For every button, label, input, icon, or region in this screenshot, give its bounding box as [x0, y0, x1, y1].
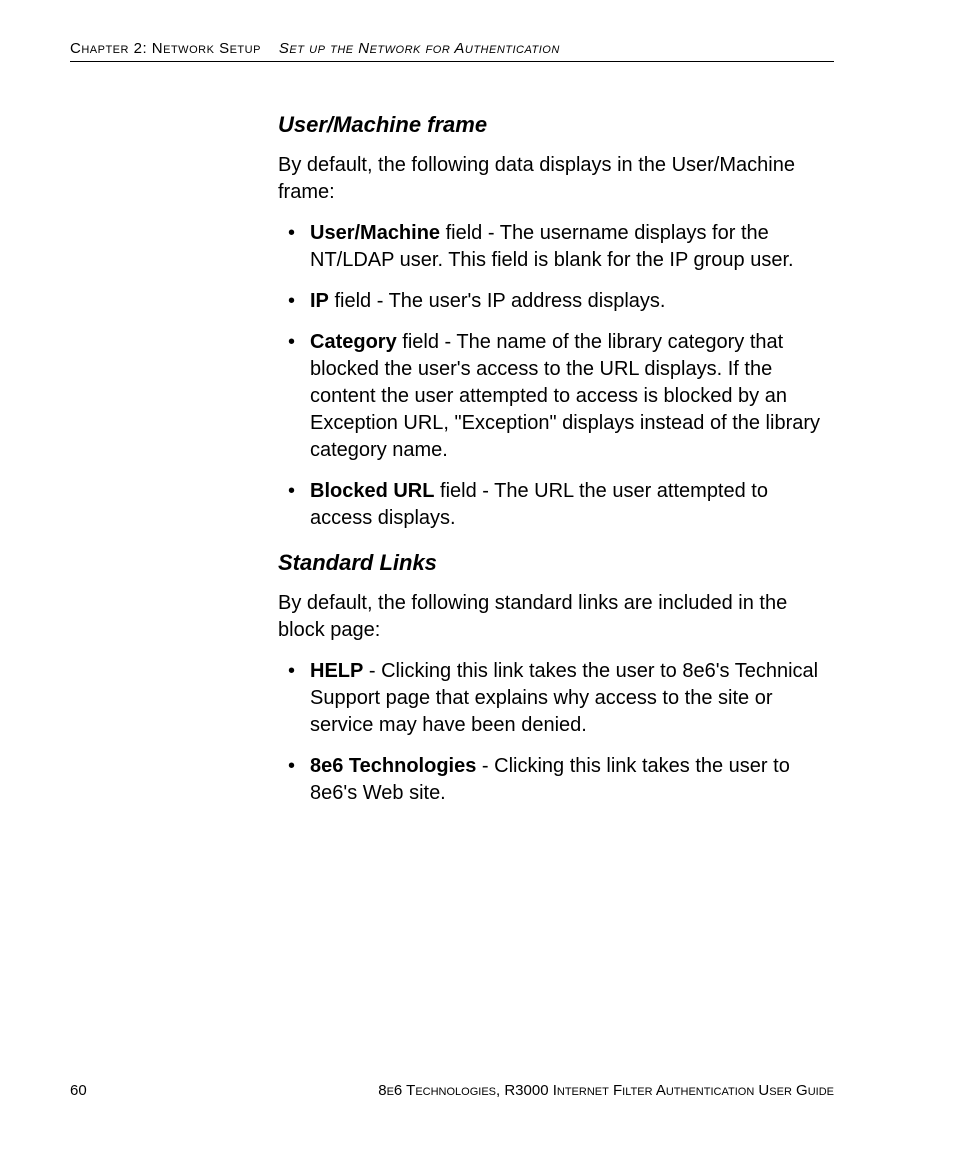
header-line: Chapter 2: Network Setup Set up the Netwo… — [70, 40, 834, 62]
section2-intro: By default, the following standard links… — [278, 590, 834, 644]
list-item: Blocked URL field - The URL the user att… — [278, 478, 834, 532]
list-item-bold: 8e6 Technologies — [310, 755, 476, 777]
list-item-text: - Clicking this link takes the user to 8… — [310, 660, 818, 736]
header-section: Set up the Network for Authentication — [279, 40, 560, 57]
list-item: Category field - The name of the library… — [278, 329, 834, 464]
list-item: User/Machine field - The username displa… — [278, 220, 834, 274]
list-item-bold: IP — [310, 290, 329, 312]
section1-list: User/Machine field - The username displa… — [278, 220, 834, 532]
list-item-bold: Blocked URL — [310, 480, 434, 502]
page-header: Chapter 2: Network Setup Set up the Netwo… — [70, 40, 834, 62]
document-page: Chapter 2: Network Setup Set up the Netwo… — [0, 0, 954, 1159]
section1-heading: User/Machine frame — [278, 112, 834, 138]
list-item-bold: Category — [310, 331, 397, 353]
list-item-bold: User/Machine — [310, 222, 440, 244]
section1-intro: By default, the following data displays … — [278, 152, 834, 206]
header-chapter: Chapter 2: Network Setup — [70, 40, 261, 57]
content-area: User/Machine frame By default, the follo… — [278, 100, 834, 825]
list-item: 8e6 Technologies - Clicking this link ta… — [278, 753, 834, 807]
page-number: 60 — [70, 1082, 87, 1099]
list-item-text: field - The user's IP address displays. — [329, 290, 666, 312]
page-footer: 60 8e6 Technologies, R3000 Internet Filt… — [70, 1082, 834, 1099]
list-item: IP field - The user's IP address display… — [278, 288, 834, 315]
list-item-bold: HELP — [310, 660, 363, 682]
section2-heading: Standard Links — [278, 550, 834, 576]
list-item: HELP - Clicking this link takes the user… — [278, 658, 834, 739]
section2-list: HELP - Clicking this link takes the user… — [278, 658, 834, 807]
footer-book-title: 8e6 Technologies, R3000 Internet Filter … — [378, 1082, 834, 1099]
